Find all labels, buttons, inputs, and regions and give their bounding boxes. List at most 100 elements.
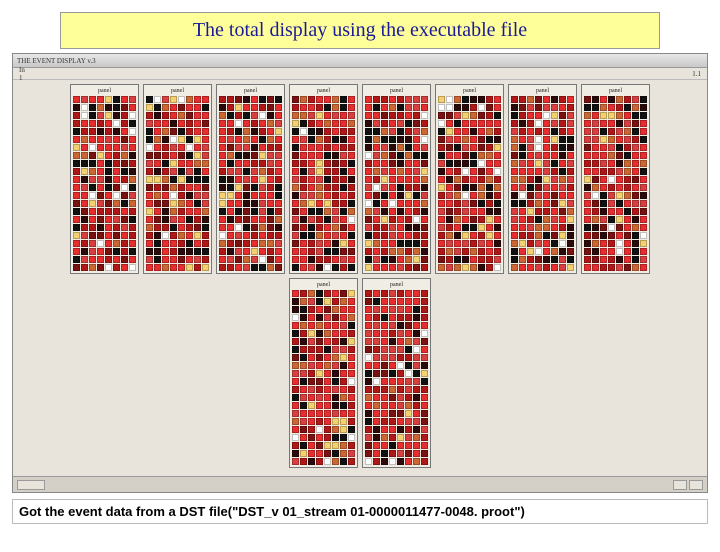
window-titlebar[interactable]: THE EVENT DISPLAY v.3 bbox=[13, 54, 707, 68]
pixel-cell bbox=[405, 200, 412, 207]
pixel-cell bbox=[97, 144, 104, 151]
pixel-cell bbox=[454, 232, 461, 239]
pixel-cell bbox=[462, 168, 469, 175]
pixel-cell bbox=[73, 232, 80, 239]
pixel-cell bbox=[567, 160, 574, 167]
pixel-cell bbox=[494, 184, 501, 191]
pixel-cell bbox=[373, 248, 380, 255]
pixel-cell bbox=[219, 240, 226, 247]
pixel-cell bbox=[389, 168, 396, 175]
pixel-cell bbox=[235, 240, 242, 247]
pixel-cell bbox=[397, 264, 404, 271]
pixel-grid bbox=[73, 96, 136, 271]
pixel-cell bbox=[421, 322, 428, 329]
pixel-cell bbox=[227, 144, 234, 151]
panel-label: panel bbox=[171, 87, 184, 95]
pixel-cell bbox=[186, 120, 193, 127]
pixel-cell bbox=[381, 402, 388, 409]
pixel-cell bbox=[608, 208, 615, 215]
pixel-cell bbox=[308, 394, 315, 401]
pixel-cell bbox=[348, 330, 355, 337]
pixel-cell bbox=[316, 216, 323, 223]
pixel-cell bbox=[608, 184, 615, 191]
pixel-cell bbox=[178, 112, 185, 119]
pixel-cell bbox=[616, 120, 623, 127]
pixel-cell bbox=[219, 248, 226, 255]
pixel-cell bbox=[389, 128, 396, 135]
pixel-cell bbox=[121, 128, 128, 135]
pixel-cell bbox=[640, 144, 647, 151]
pixel-cell bbox=[324, 386, 331, 393]
pixel-cell bbox=[235, 232, 242, 239]
window-menubar[interactable]: In 1 1.1 bbox=[13, 68, 707, 80]
pixel-cell bbox=[105, 144, 112, 151]
pixel-cell bbox=[519, 136, 526, 143]
pixel-cell bbox=[405, 362, 412, 369]
pixel-cell bbox=[397, 168, 404, 175]
pixel-cell bbox=[243, 208, 250, 215]
status-box[interactable] bbox=[673, 480, 687, 490]
pixel-cell bbox=[89, 128, 96, 135]
pixel-cell bbox=[170, 168, 177, 175]
pixel-cell bbox=[348, 314, 355, 321]
pixel-cell bbox=[519, 208, 526, 215]
pixel-cell bbox=[462, 104, 469, 111]
pixel-cell bbox=[251, 104, 258, 111]
pixel-cell bbox=[365, 298, 372, 305]
pixel-cell bbox=[324, 192, 331, 199]
pixel-cell bbox=[640, 96, 647, 103]
pixel-cell bbox=[454, 256, 461, 263]
pixel-cell bbox=[97, 208, 104, 215]
pixel-cell bbox=[170, 160, 177, 167]
pixel-cell bbox=[527, 160, 534, 167]
pixel-cell bbox=[73, 240, 80, 247]
pixel-cell bbox=[332, 378, 339, 385]
pixel-cell bbox=[308, 264, 315, 271]
pixel-cell bbox=[413, 330, 420, 337]
status-box[interactable] bbox=[689, 480, 703, 490]
pixel-cell bbox=[105, 224, 112, 231]
display-panel: panel bbox=[70, 84, 139, 274]
pixel-cell bbox=[300, 450, 307, 457]
panel-label: panel bbox=[390, 87, 403, 95]
pixel-cell bbox=[275, 184, 282, 191]
pixel-cell bbox=[438, 184, 445, 191]
pixel-grid bbox=[146, 96, 209, 271]
pixel-cell bbox=[389, 112, 396, 119]
pixel-cell bbox=[624, 160, 631, 167]
pixel-cell bbox=[511, 112, 518, 119]
pixel-cell bbox=[462, 224, 469, 231]
status-button[interactable] bbox=[17, 480, 45, 490]
pixel-cell bbox=[584, 216, 591, 223]
pixel-cell bbox=[397, 256, 404, 263]
pixel-cell bbox=[551, 184, 558, 191]
pixel-cell bbox=[267, 232, 274, 239]
pixel-cell bbox=[202, 136, 209, 143]
pixel-cell bbox=[600, 168, 607, 175]
pixel-grid bbox=[219, 96, 282, 271]
pixel-cell bbox=[348, 402, 355, 409]
pixel-cell bbox=[494, 200, 501, 207]
panel-label: panel bbox=[390, 281, 403, 289]
pixel-cell bbox=[438, 208, 445, 215]
pixel-cell bbox=[470, 192, 477, 199]
pixel-cell bbox=[405, 418, 412, 425]
pixel-cell bbox=[608, 176, 615, 183]
pixel-cell bbox=[551, 248, 558, 255]
pixel-cell bbox=[494, 136, 501, 143]
pixel-cell bbox=[251, 136, 258, 143]
pixel-cell bbox=[316, 160, 323, 167]
pixel-cell bbox=[397, 394, 404, 401]
pixel-cell bbox=[462, 248, 469, 255]
pixel-cell bbox=[121, 104, 128, 111]
pixel-cell bbox=[97, 168, 104, 175]
pixel-cell bbox=[316, 104, 323, 111]
pixel-cell bbox=[332, 426, 339, 433]
pixel-cell bbox=[551, 160, 558, 167]
pixel-cell bbox=[324, 264, 331, 271]
pixel-cell bbox=[397, 208, 404, 215]
pixel-cell bbox=[559, 248, 566, 255]
pixel-cell bbox=[616, 136, 623, 143]
pixel-cell bbox=[89, 176, 96, 183]
panel-label: panel bbox=[536, 87, 549, 95]
